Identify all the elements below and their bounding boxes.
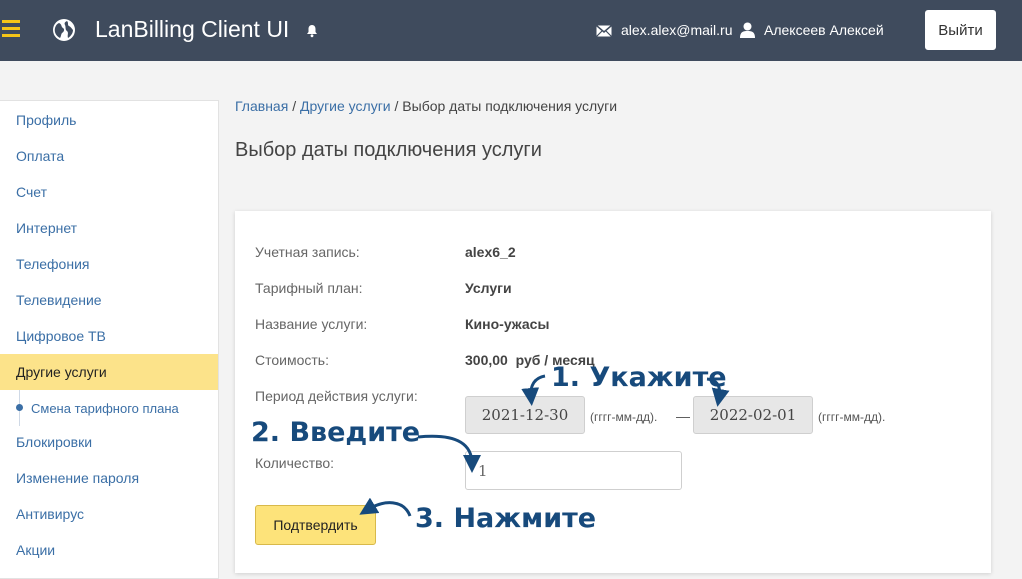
sidebar-item-antivirus[interactable]: Антивирус xyxy=(0,496,218,532)
sidebar-item-invoice[interactable]: Счет xyxy=(0,174,218,210)
user-name[interactable]: Алексеев Алексей xyxy=(764,22,884,38)
cost-label: Стоимость: xyxy=(255,352,329,368)
breadcrumb-home-link[interactable]: Главная xyxy=(235,98,288,114)
sidebar-item-blocks[interactable]: Блокировки xyxy=(0,424,218,460)
breadcrumb-separator: / xyxy=(394,98,399,114)
date-to-input[interactable]: 2022-02-01 xyxy=(693,396,813,434)
annotation-step-3: 3. Нажмите xyxy=(415,503,597,534)
quantity-label: Количество: xyxy=(255,455,335,471)
sidebar-item-television[interactable]: Телевидение xyxy=(0,282,218,318)
user-icon xyxy=(740,22,755,38)
mail-icon xyxy=(596,25,612,37)
sidebar: Профиль Оплата Счет Интернет Телефония Т… xyxy=(0,100,219,579)
breadcrumb: Главная / Другие услуги / Выбор даты под… xyxy=(235,98,617,114)
sidebar-item-profile[interactable]: Профиль xyxy=(0,102,218,138)
confirm-button[interactable]: Подтвердить xyxy=(255,505,376,545)
breadcrumb-current: Выбор даты подключения услуги xyxy=(402,98,618,114)
app-title: LanBilling Client UI xyxy=(95,16,290,42)
date-format-hint: (гггг-мм-дд). xyxy=(590,410,658,424)
plan-value: Услуги xyxy=(465,280,512,296)
breadcrumb-section-link[interactable]: Другие услуги xyxy=(300,98,391,114)
date-from-input[interactable]: 2021-12-30 xyxy=(465,396,585,434)
annotation-step-1: 1. Укажите xyxy=(551,362,727,393)
quantity-input[interactable]: 1 xyxy=(465,451,682,490)
bell-icon[interactable] xyxy=(305,24,319,38)
user-email[interactable]: alex.alex@mail.ru xyxy=(621,22,732,38)
account-value: alex6_2 xyxy=(465,244,516,260)
sidebar-item-other-services[interactable]: Другие услуги xyxy=(0,354,218,390)
sidebar-item-change-password[interactable]: Изменение пароля xyxy=(0,460,218,496)
plan-label: Тарифный план: xyxy=(255,280,363,296)
annotation-step-2: 2. Введите xyxy=(251,417,421,448)
sidebar-subitem-label: Смена тарифного плана xyxy=(31,400,179,416)
service-label: Название услуги: xyxy=(255,316,368,332)
page-title: Выбор даты подключения услуги xyxy=(235,139,542,161)
globe-icon xyxy=(53,19,75,41)
sidebar-subitem-change-plan[interactable]: Смена тарифного плана xyxy=(0,390,218,426)
top-bar: LanBilling Client UI alex.alex@mail.ru А… xyxy=(0,0,1022,61)
date-format-hint: (гггг-мм-дд). xyxy=(818,410,886,424)
sidebar-item-payment[interactable]: Оплата xyxy=(0,138,218,174)
period-label: Период действия услуги: xyxy=(255,388,418,404)
bullet-icon xyxy=(16,404,23,411)
breadcrumb-separator: / xyxy=(292,98,297,114)
sidebar-item-internet[interactable]: Интернет xyxy=(0,210,218,246)
date-range-dash: — xyxy=(676,408,690,424)
sidebar-item-digital-tv[interactable]: Цифровое ТВ xyxy=(0,318,218,354)
menu-icon[interactable] xyxy=(2,20,20,40)
service-value: Кино-ужасы xyxy=(465,316,550,332)
logout-button[interactable]: Выйти xyxy=(925,10,996,50)
sidebar-item-telephony[interactable]: Телефония xyxy=(0,246,218,282)
sidebar-item-promotions[interactable]: Акции xyxy=(0,532,218,568)
account-label: Учетная запись: xyxy=(255,244,360,260)
